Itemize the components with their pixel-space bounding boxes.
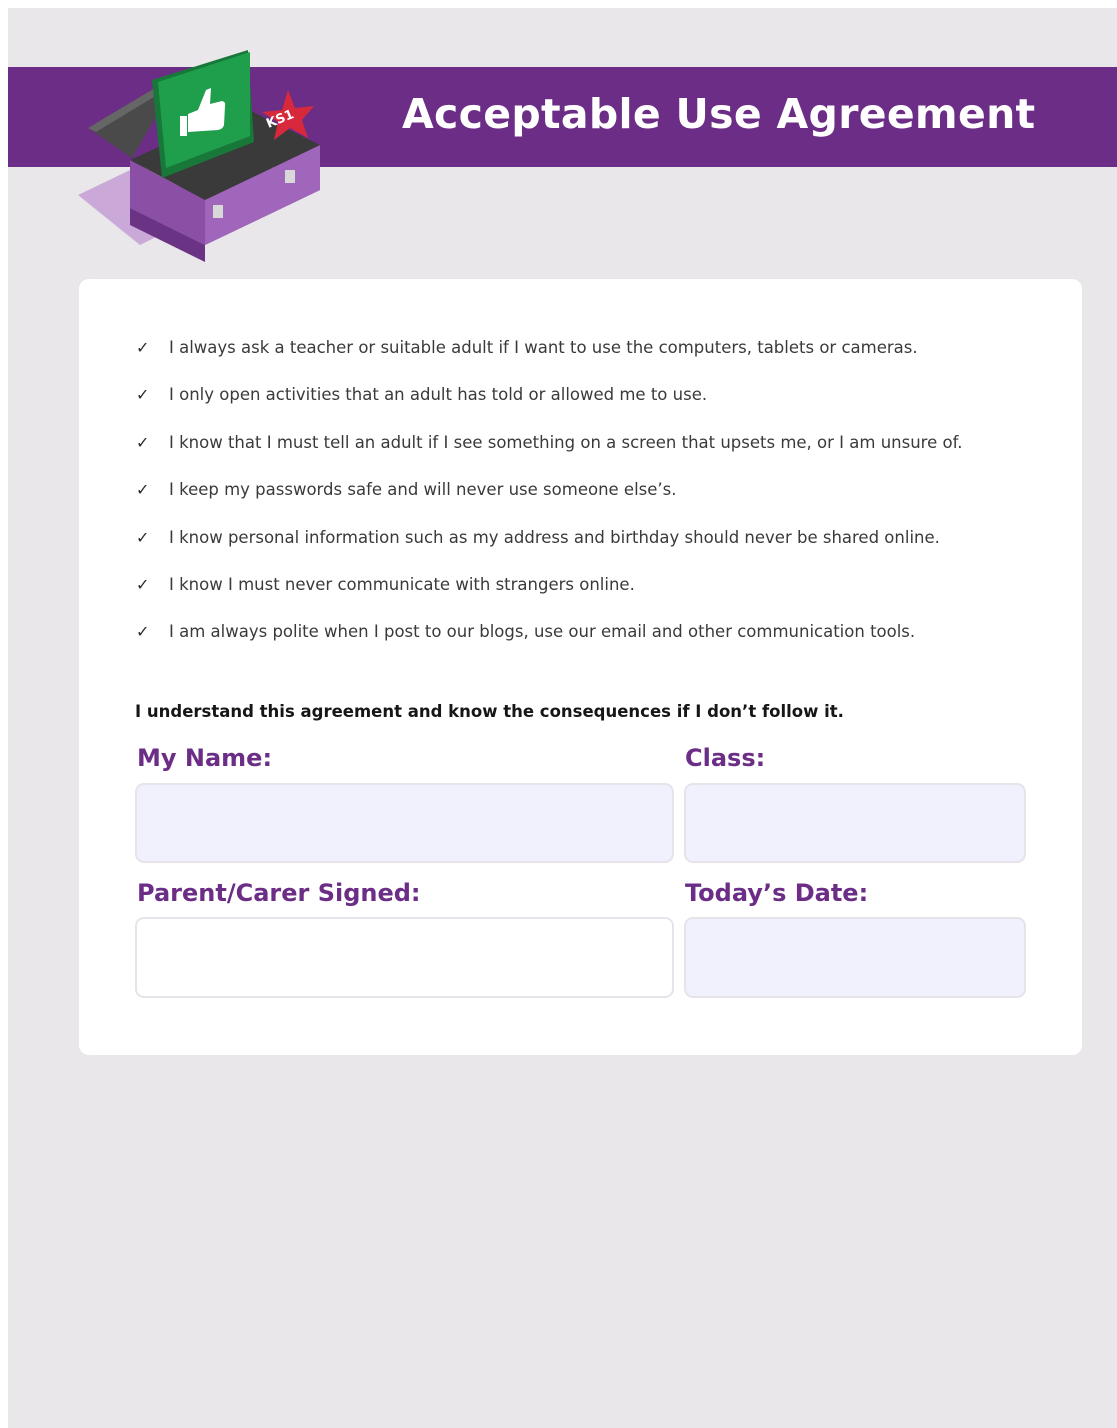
rules-list: ✓ I always ask a teacher or suitable adu… (135, 338, 1035, 670)
toolbox-thumbs-up-icon (78, 50, 320, 262)
rule-item: ✓ I am always polite when I post to our … (135, 622, 1035, 669)
rule-item: ✓ I always ask a teacher or suitable adu… (135, 338, 1035, 385)
rule-text: I keep my passwords safe and will never … (169, 480, 677, 500)
rule-item: ✓ I know personal information such as my… (135, 528, 1035, 575)
rule-text: I always ask a teacher or suitable adult… (169, 338, 918, 357)
check-icon: ✓ (136, 574, 150, 594)
rule-item: ✓ I only open activities that an adult h… (135, 385, 1035, 432)
name-label: My Name: (137, 744, 273, 772)
rule-text: I know I must never communicate with str… (169, 574, 635, 594)
rule-item: ✓ I know I must never communicate with s… (135, 575, 1035, 622)
rule-text: I only open activities that an adult has… (169, 385, 708, 405)
class-label: Class: (685, 744, 766, 772)
class-field[interactable] (684, 783, 1026, 863)
page-title: Acceptable Use Agreement (402, 90, 1036, 138)
rule-item: ✓ I keep my passwords safe and will neve… (135, 480, 1035, 527)
date-label: Today’s Date: (685, 879, 869, 907)
name-field[interactable] (135, 783, 674, 863)
date-field[interactable] (684, 917, 1026, 998)
parent-signed-label: Parent/Carer Signed: (137, 879, 421, 907)
rule-text: I know personal information such as my a… (169, 527, 940, 547)
check-icon: ✓ (136, 385, 150, 405)
check-icon: ✓ (136, 480, 150, 500)
rule-item: ✓ I know that I must tell an adult if I … (135, 433, 1035, 480)
check-icon: ✓ (136, 622, 150, 642)
agreement-statement: I understand this agreement and know the… (135, 702, 844, 721)
check-icon: ✓ (136, 338, 150, 357)
parent-signed-field[interactable] (135, 917, 674, 998)
check-icon: ✓ (136, 432, 150, 452)
rule-text: I know that I must tell an adult if I se… (169, 432, 963, 452)
check-icon: ✓ (136, 527, 150, 547)
rule-text: I am always polite when I post to our bl… (169, 622, 916, 642)
